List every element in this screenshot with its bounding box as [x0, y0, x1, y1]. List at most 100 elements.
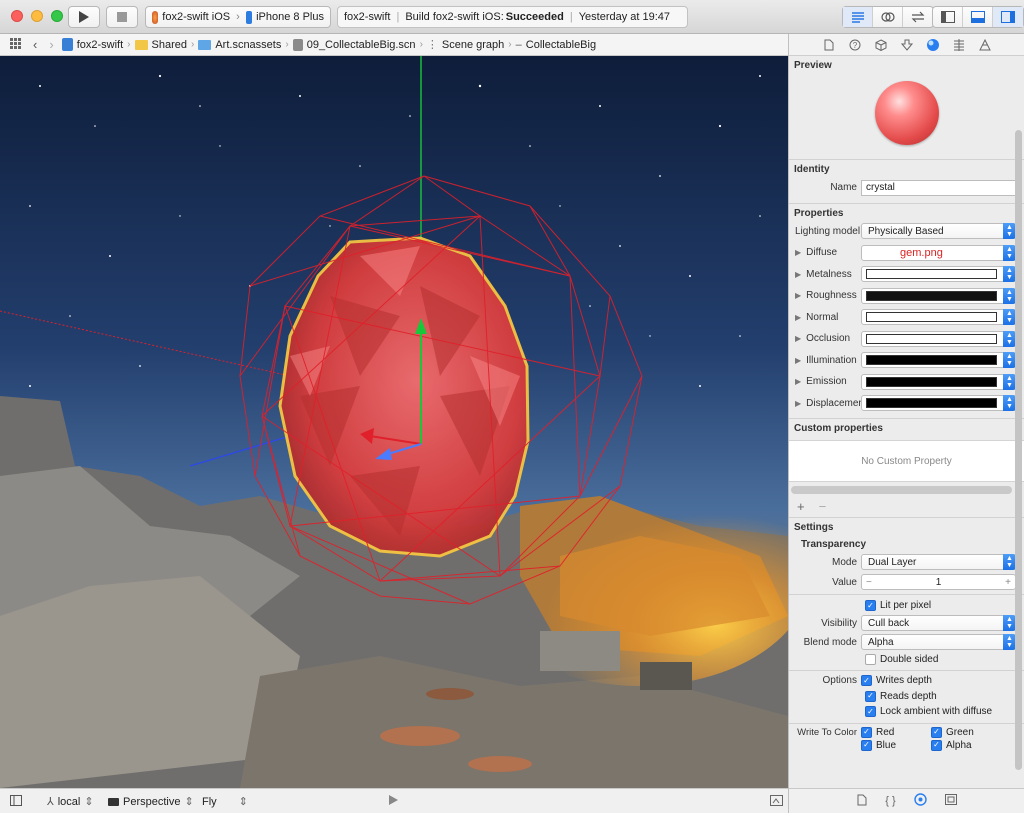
material-property-popup[interactable]: ▲ ▼ — [861, 266, 1016, 283]
coordinate-space-popup[interactable]: ⅄ local ⇕ — [47, 795, 94, 809]
breadcrumb-node[interactable]: – CollectableBig — [516, 39, 596, 51]
transparency-value-stepper[interactable]: − 1 + — [861, 574, 1016, 590]
material-property-row: ▶ Illumination ▲ ▼ — [789, 350, 1024, 372]
material-icon[interactable] — [926, 38, 940, 52]
show-library-button[interactable] — [770, 795, 783, 806]
writes-depth-checkbox[interactable]: ✓ Writes depth — [861, 675, 932, 687]
file-template-icon[interactable] — [857, 794, 867, 809]
scene-graph-toggle[interactable] — [10, 795, 22, 806]
disclosure-triangle-icon[interactable]: ▶ — [795, 377, 801, 386]
navigation-mode-popup[interactable]: Fly ⇕ — [202, 795, 248, 809]
chevron-updown-icon: ⇕ — [238, 796, 248, 808]
play-scene-button[interactable] — [389, 795, 398, 805]
remove-property-button[interactable]: − — [819, 499, 827, 514]
breadcrumb-shared[interactable]: Shared — [134, 39, 187, 51]
breadcrumb-scene-file[interactable]: 09_CollectableBig.scn — [292, 38, 416, 51]
red-channel-checkbox[interactable]: ✓ Red — [861, 726, 931, 738]
scene-viewport[interactable] — [0, 56, 788, 788]
lit-per-pixel-checkbox[interactable]: ✓ Lit per pixel — [789, 598, 1024, 614]
forward-arrow-icon[interactable]: › — [45, 37, 57, 52]
double-sided-checkbox[interactable]: Double sided — [789, 652, 1024, 668]
increment-icon[interactable]: + — [1005, 577, 1011, 588]
lighting-model-popup[interactable]: Physically Based ▲ ▼ — [861, 223, 1016, 240]
material-property-label[interactable]: ▶ Metalness — [789, 269, 861, 280]
jump-bar: ‹ › fox2-swift › Shared › Art.scnassets … — [0, 34, 788, 56]
lines-icon — [851, 12, 864, 23]
options-label: Options — [822, 675, 857, 687]
inspector-toggle-button[interactable] — [993, 7, 1023, 27]
inspector-panel: ? Preview Identity Name crystal Properti… — [788, 34, 1024, 813]
material-property-label[interactable]: ▶ Displacemen — [789, 398, 861, 409]
minimize-window-button[interactable] — [31, 10, 43, 22]
attributes-icon[interactable] — [900, 38, 914, 52]
disclosure-triangle-icon[interactable]: ▶ — [795, 248, 801, 257]
material-property-label[interactable]: ▶ Illumination — [789, 355, 861, 366]
activity-project: fox2-swift — [344, 11, 391, 23]
reads-depth-checkbox[interactable]: ✓ Reads depth — [789, 689, 1024, 705]
material-property-popup[interactable]: ▲ ▼ — [861, 330, 1016, 347]
close-window-button[interactable] — [11, 10, 23, 22]
material-property-row: ▶ Normal ▲ ▼ — [789, 307, 1024, 329]
material-property-popup[interactable]: ▲ ▼ — [861, 373, 1016, 390]
material-property-popup[interactable]: ▲ ▼ — [861, 309, 1016, 326]
alpha-channel-checkbox[interactable]: ✓ Alpha — [931, 739, 1001, 751]
disclosure-triangle-icon[interactable]: ▶ — [795, 399, 801, 408]
disclosure-triangle-icon[interactable]: ▶ — [795, 270, 801, 279]
material-property-label[interactable]: ▶ Occlusion — [789, 333, 861, 344]
checkmark-icon: ✓ — [861, 726, 872, 738]
breadcrumb-scnassets[interactable]: Art.scnassets — [198, 39, 281, 51]
checkmark-icon: ✓ — [861, 739, 872, 751]
transparency-mode-popup[interactable]: Dual Layer ▲ ▼ — [861, 554, 1016, 570]
material-property-row: ▶ Metalness ▲ ▼ — [789, 264, 1024, 286]
disclosure-triangle-icon[interactable]: ▶ — [795, 291, 801, 300]
disclosure-triangle-icon[interactable]: ▶ — [795, 313, 801, 322]
breadcrumb-project[interactable]: fox2-swift — [61, 38, 123, 51]
back-arrow-icon[interactable]: ‹ — [29, 37, 41, 52]
scene-icon[interactable] — [978, 38, 992, 52]
add-property-button[interactable]: + — [797, 499, 805, 514]
material-property-label[interactable]: ▶ Emission — [789, 376, 861, 387]
blend-mode-popup[interactable]: Alpha ▲ ▼ — [861, 634, 1016, 650]
material-property-popup[interactable]: gem.png ▲ ▼ — [861, 244, 1016, 261]
material-property-label[interactable]: ▶ Diffuse — [789, 247, 861, 258]
preview-title: Preview — [794, 60, 832, 71]
scene-file-icon — [292, 38, 303, 51]
debug-toggle-button[interactable] — [963, 7, 993, 27]
assistant-editor-button[interactable] — [873, 7, 903, 27]
material-property-popup[interactable]: ▲ ▼ — [861, 352, 1016, 369]
disclosure-triangle-icon[interactable]: ▶ — [795, 334, 801, 343]
no-custom-property-text: No Custom Property — [861, 455, 952, 467]
transparency-value-row: Value − 1 + — [789, 572, 1024, 592]
material-property-popup[interactable]: ▲ ▼ — [861, 287, 1016, 304]
inspector-scrollbar[interactable] — [1015, 130, 1022, 770]
material-name-field[interactable]: crystal — [861, 179, 1016, 196]
lock-ambient-checkbox[interactable]: ✓ Lock ambient with diffuse — [789, 704, 1024, 720]
material-property-popup[interactable]: ▲ ▼ — [861, 395, 1016, 412]
file-icon[interactable] — [822, 38, 836, 52]
activity-viewer: fox2-swift | Build fox2-swift iOS: Succe… — [337, 6, 688, 28]
media-library-icon[interactable] — [944, 794, 957, 808]
material-property-label[interactable]: ▶ Normal — [789, 312, 861, 323]
disclosure-triangle-icon[interactable]: ▶ — [795, 356, 801, 365]
help-icon[interactable]: ? — [848, 38, 862, 52]
scheme-selector[interactable]: fox2-swift iOS › iPhone 8 Plus — [145, 6, 331, 28]
navigator-toggle-button[interactable] — [933, 7, 963, 27]
code-snippet-icon[interactable]: { } — [885, 795, 895, 807]
stop-button[interactable] — [106, 6, 138, 28]
physics-icon[interactable] — [952, 38, 966, 52]
zoom-window-button[interactable] — [51, 10, 63, 22]
standard-editor-button[interactable] — [843, 7, 873, 27]
visibility-popup[interactable]: Cull back ▲ ▼ — [861, 615, 1016, 631]
object-library-icon[interactable] — [914, 793, 927, 809]
breadcrumb-scene-graph[interactable]: ⋮ Scene graph — [427, 38, 504, 52]
green-channel-checkbox[interactable]: ✓ Green — [931, 726, 1001, 738]
node-cube-icon[interactable] — [874, 38, 888, 52]
camera-popup[interactable]: Perspective ⇕ — [108, 795, 194, 808]
related-items-icon[interactable] — [6, 37, 25, 52]
horizontal-scrollbar[interactable] — [791, 486, 1012, 494]
version-editor-button[interactable] — [903, 7, 933, 27]
blue-channel-checkbox[interactable]: ✓ Blue — [861, 739, 931, 751]
material-property-label[interactable]: ▶ Roughness — [789, 290, 861, 301]
decrement-icon[interactable]: − — [866, 577, 872, 588]
run-button[interactable] — [68, 6, 100, 28]
